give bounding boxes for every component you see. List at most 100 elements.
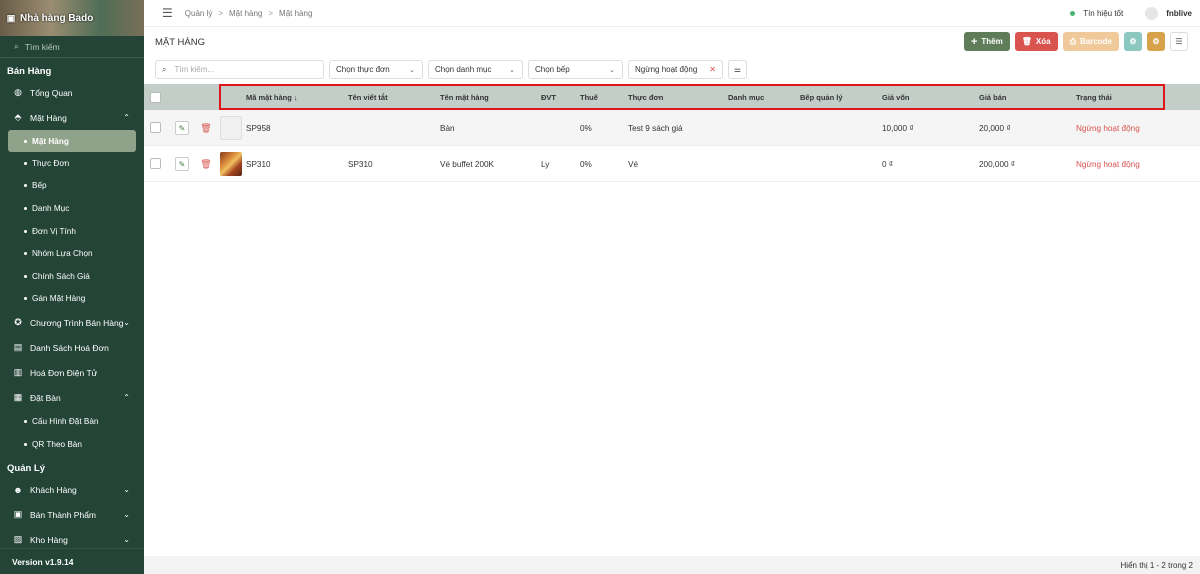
sidebar-item-tong-quan[interactable]: ◍ Tổng Quan (0, 80, 144, 105)
sidebar-item-ban-thanh-pham[interactable]: ▣ Bán Thành Phẩm ⌄ (0, 502, 144, 527)
row-checkbox[interactable] (150, 122, 161, 133)
cell-name: Vé buffet 200K (440, 159, 495, 169)
table-row[interactable]: ✎ 🗑 SP310 SP310 Vé buffet 200K Ly 0% Vé … (144, 146, 1200, 182)
cell-code: SP958 (246, 123, 271, 133)
chevron-up-icon: ⌃ (123, 393, 130, 403)
chevron-down-icon: ⌄ (123, 318, 130, 328)
delete-button-label: Xóa (1035, 37, 1051, 46)
select-all-checkbox[interactable] (150, 92, 161, 103)
breadcrumb-separator: > (268, 8, 274, 18)
cell-menu: Vé (628, 159, 639, 169)
sidebar-subitem-gan-mat-hang[interactable]: Gán Mặt Hàng (0, 288, 144, 311)
signal-status: Tín hiệu tốt (1083, 9, 1124, 18)
sidebar-item-label: Chính Sách Giá (32, 271, 90, 281)
category-select-label: Chọn danh mục (435, 65, 492, 74)
sidebar-subitem-thuc-don[interactable]: Thực Đơn (0, 152, 144, 175)
header-highlight-box (219, 84, 1165, 110)
signal-status-icon (1070, 11, 1076, 16)
brand-name: Nhà hàng Bado (20, 12, 94, 24)
bullet-icon (24, 419, 27, 423)
menu-select[interactable]: Chọn thực đơn ⌄ (329, 60, 423, 79)
sidebar-search-placeholder: Tìm kiếm (24, 41, 60, 52)
sidebar-item-label: Danh Mục (32, 203, 70, 213)
gear-icon: ⚙ (1152, 37, 1160, 46)
sidebar-subitem-bep[interactable]: Bếp (0, 175, 144, 198)
cell-menu: Test 9 sách giá (628, 123, 683, 133)
topbar: ☰ Quản lý > Mặt hàng > Mặt hàng Tín hiệu… (144, 0, 1200, 27)
sidebar-item-label: Gán Mặt Hàng (32, 294, 86, 304)
delete-row-button[interactable]: 🗑 (200, 121, 212, 135)
warehouse-icon: ▨ (13, 534, 23, 545)
edit-button[interactable]: ✎ (175, 157, 189, 171)
brand[interactable]: ▣ Nhà hàng Bado (6, 12, 94, 24)
menu-select-label: Chọn thực đơn (336, 65, 390, 74)
delete-row-button[interactable]: 🗑 (200, 157, 212, 171)
sidebar-item-label: Đặt Bàn (30, 392, 61, 403)
page-title: MẶT HÀNG (155, 36, 205, 48)
pagination-info: Hiển thị 1 - 2 trong 2 (1120, 560, 1193, 570)
cell-short-name: SP310 (348, 159, 373, 169)
pencil-icon: ✎ (178, 123, 186, 133)
receipt-icon: ▤ (13, 342, 23, 353)
barcode-button-label: Barcode (1079, 37, 1112, 46)
chevron-down-icon: ⌄ (123, 535, 130, 545)
section-title-quan-ly: Quản Lý (7, 463, 46, 475)
sidebar-item-label: Mặt Hàng (30, 112, 67, 123)
sidebar-subitem-qr-theo-ban[interactable]: QR Theo Bàn (0, 433, 144, 456)
breadcrumb-item[interactable]: Mặt hàng (229, 9, 262, 18)
close-icon[interactable]: ✕ (709, 65, 716, 74)
category-select[interactable]: Chọn danh mục ⌄ (428, 60, 523, 79)
barcode-button[interactable]: ⎙ Barcode (1062, 32, 1119, 51)
sidebar-subitem-nhom-lua-chon[interactable]: Nhóm Lựa Chọn (0, 242, 144, 265)
cell-tax: 0% (580, 159, 592, 169)
calendar-icon: ▦ (13, 392, 23, 403)
sidebar-item-label: Đơn Vị Tính (32, 226, 76, 236)
delete-button[interactable]: 🗑 Xóa (1014, 32, 1058, 51)
add-button[interactable]: + Thêm (963, 32, 1010, 51)
row-checkbox[interactable] (150, 158, 161, 169)
chevron-up-icon: ⌃ (123, 113, 130, 122)
status-badge: Ngừng hoạt động (1076, 159, 1140, 169)
sidebar-search[interactable]: ⌕ Tìm kiếm (0, 36, 144, 58)
add-button-label: Thêm (981, 37, 1003, 46)
sidebar-item-label: Bán Thành Phẩm (30, 509, 96, 520)
printer-icon: ⎙ (1069, 36, 1076, 46)
sidebar-item-label: Cấu Hình Đặt Bàn (32, 416, 99, 426)
table-row[interactable]: ✎ 🗑 SP958 Bàn 0% Test 9 sách giá 10,000 … (144, 110, 1200, 146)
edit-button[interactable]: ✎ (175, 121, 189, 135)
product-icon: ▣ (13, 509, 23, 520)
sidebar-item-khach-hang[interactable]: ☻ Khách Hàng ⌄ (0, 477, 144, 502)
sidebar-item-dat-ban[interactable]: ▦ Đặt Bàn ⌃ (0, 385, 144, 410)
breadcrumb-item[interactable]: Quản lý (185, 9, 213, 18)
user-name[interactable]: fnblive (1166, 9, 1192, 18)
settings-orange-button[interactable]: ⚙ (1147, 32, 1165, 51)
sidebar-item-mat-hang[interactable]: ⬘ Mặt Hàng ⌃ (0, 105, 144, 130)
trash-icon: 🗑 (1021, 37, 1032, 46)
sidebar-item-chuong-trinh[interactable]: ✪ Chương Trình Bán Hàng ⌄ (0, 310, 144, 335)
sidebar-item-danh-sach-hoa-don[interactable]: ▤ Danh Sách Hoá Đơn (0, 335, 144, 360)
sidebar-subitem-chinh-sach-gia[interactable]: Chính Sách Giá (0, 265, 144, 288)
version-label: Version v1.9.14 (0, 548, 144, 574)
invoice-icon: ▥ (13, 367, 23, 378)
page-actions: + Thêm 🗑 Xóa ⎙ Barcode ⚙ ⚙ ☰ (963, 32, 1188, 51)
list-menu-button[interactable]: ☰ (1170, 32, 1188, 51)
search-input[interactable]: ⌕ Tìm kiếm... (155, 60, 324, 79)
filter-bar: ⌕ Tìm kiếm... Chọn thực đơn ⌄ Chọn danh … (155, 60, 747, 79)
cell-unit: Ly (541, 159, 550, 169)
avatar[interactable] (1145, 7, 1159, 20)
sidebar-subitem-danh-muc[interactable]: Danh Mục (0, 197, 144, 220)
chevron-down-icon: ⌄ (123, 485, 130, 495)
sidebar-item-label: Tổng Quan (30, 87, 73, 98)
kitchen-select[interactable]: Chọn bếp ⌄ (528, 60, 623, 79)
status-filter-tag[interactable]: Ngừng hoạt động ✕ (628, 60, 723, 79)
filter-settings-button[interactable]: ⚌ (728, 60, 747, 79)
sidebar-subitem-don-vi-tinh[interactable]: Đơn Vị Tính (0, 220, 144, 243)
sidebar-item-hoa-don-dien-tu[interactable]: ▥ Hoá Đơn Điện Tử (0, 360, 144, 385)
pencil-icon: ✎ (178, 159, 186, 169)
menu-toggle-icon[interactable]: ☰ (162, 6, 173, 20)
settings-teal-button[interactable]: ⚙ (1124, 32, 1142, 51)
sidebar-subitem-mat-hang[interactable]: Mặt Hàng (8, 130, 136, 152)
box-icon: ⬘ (14, 112, 22, 122)
sidebar-subitem-cau-hinh-dat-ban[interactable]: Cấu Hình Đặt Bàn (0, 410, 144, 433)
trash-icon: 🗑 (200, 158, 212, 169)
